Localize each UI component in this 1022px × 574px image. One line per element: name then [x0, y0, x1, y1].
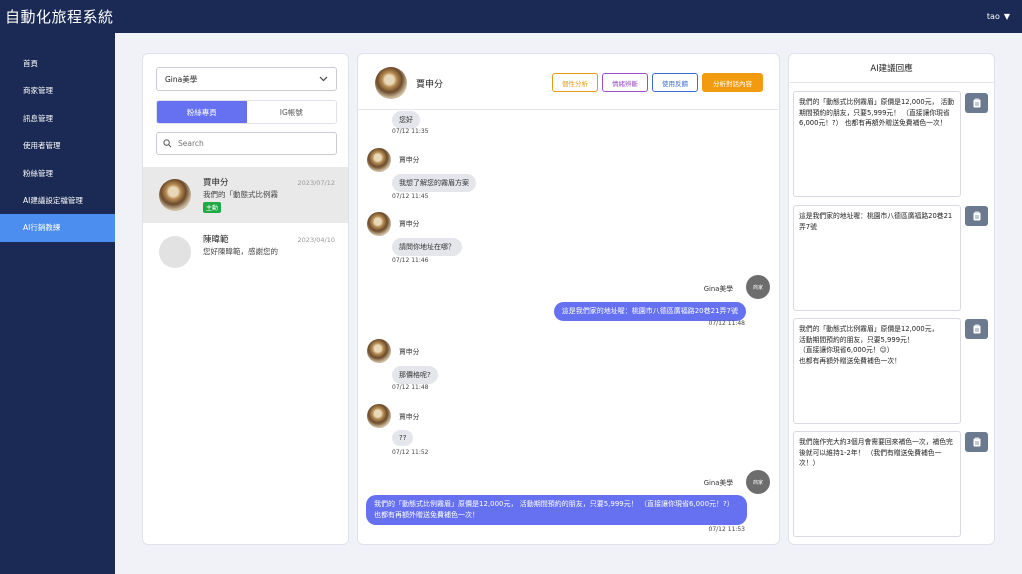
user-menu[interactable]: tao ▼: [987, 12, 1010, 21]
message-sender: 賈申分: [399, 413, 420, 421]
message-bubble: ??: [392, 430, 414, 446]
emotion-detection-button[interactable]: 情緒辨斷: [602, 73, 648, 92]
contact-date: 2023/07/12: [297, 179, 335, 187]
message-bubble: 這是我們家的地址喔：桃園市八德區廣福路20巷21弄7號: [553, 302, 746, 321]
copy-button[interactable]: [965, 319, 988, 339]
personality-analysis-button[interactable]: 個性分析: [552, 73, 598, 92]
user-name: tao: [986, 12, 1000, 21]
sidebar-item-store-management[interactable]: 商家管理: [0, 77, 115, 104]
message-time: 07/12 11:45: [392, 193, 429, 200]
clipboard-icon: [973, 437, 980, 447]
chat-panel: 賈申分 個性分析 情緒辨斷 使用反饋 分析對話內容 您好 07/12 11:35…: [357, 53, 780, 545]
clipboard-icon: [973, 211, 980, 221]
contacts-panel: Gina美學 粉絲專頁 IG帳號 賈申分 2023/07/12 我們的「動態式比…: [142, 53, 349, 545]
message-list[interactable]: 您好 07/12 11:35 賈申分 我想了解您的霧眉方案 07/12 11:4…: [358, 111, 779, 544]
store-select-value: Gina美學: [165, 74, 198, 84]
clipboard-icon: [973, 98, 980, 108]
message-sender: 賈申分: [399, 348, 420, 356]
analyze-conversation-button[interactable]: 分析對話內容: [702, 73, 763, 92]
avatar: [367, 148, 391, 172]
message-bubble: 請問你地址在哪？: [392, 238, 462, 256]
message-sender: Gina美學: [703, 285, 733, 293]
search-icon: [163, 139, 172, 148]
tab-ig-account[interactable]: IG帳號: [246, 101, 336, 123]
top-bar: 自動化旅程系統 tao ▼: [0, 0, 1022, 33]
chat-contact-name: 賈申分: [416, 80, 444, 90]
chat-actions: 個性分析 情緒辨斷 使用反饋 分析對話內容: [552, 73, 763, 92]
ai-suggestions-panel: AI建議回應 我們的「動態式比例霧眉」原價是12,000元， 活動期間預約的朋友…: [788, 53, 995, 545]
contact-date: 2023/04/10: [297, 236, 335, 244]
shop-avatar: 商家: [746, 470, 770, 494]
caret-down-icon: ▼: [1003, 12, 1010, 21]
contact-preview: 您好陳暐範，感謝您的: [203, 247, 278, 256]
contact-name: 陳暐範: [203, 235, 229, 245]
sidebar-item-fan-management[interactable]: 粉絲管理: [0, 160, 115, 187]
shop-avatar: 商家: [746, 275, 770, 299]
sidebar-item-user-management[interactable]: 使用者管理: [0, 132, 115, 159]
channel-tabs: 粉絲專頁 IG帳號: [156, 100, 337, 124]
contact-preview: 我們的「動態式比例霧: [203, 190, 278, 199]
sidebar-item-home[interactable]: 首頁: [0, 50, 115, 77]
message-bubble: 我想了解您的霧眉方案: [392, 174, 476, 192]
chevron-down-icon: [319, 76, 328, 82]
avatar: [375, 67, 407, 99]
message-sender: Gina美學: [703, 479, 733, 487]
message-time: 07/12 11:52: [392, 449, 429, 456]
message-bubble: 我們的「動態式比例霧眉」原價是12,000元， 活動期間預約的朋友，只要5,99…: [366, 495, 747, 525]
message-bubble: 那價格呢?: [392, 366, 438, 384]
message-bubble: 您好: [392, 111, 420, 129]
message-time: 07/12 11:53: [708, 526, 746, 533]
ai-panel-title: AI建議回應: [789, 54, 994, 83]
avatar: [367, 404, 391, 428]
message-sender: 賈申分: [399, 220, 420, 228]
tab-fan-page[interactable]: 粉絲專頁: [157, 101, 247, 123]
suggestion-text: 我們的「動態式比例霧眉」原價是12,000元， 活動期間預約的朋友，只要5,99…: [793, 318, 961, 424]
sidebar-item-message-management[interactable]: 訊息管理: [0, 105, 115, 132]
avatar: [159, 236, 191, 268]
message-time: 07/12 11:35: [392, 128, 429, 135]
app-title: 自動化旅程系統: [5, 8, 114, 26]
clipboard-icon: [973, 324, 980, 334]
avatar: [159, 179, 191, 211]
copy-button[interactable]: [965, 93, 988, 113]
search-box: [156, 132, 337, 155]
suggestion-text: 我們施作完大約3個月會需要回來補色一次，補色完後就可以維持1-2年！ （我們有贈…: [793, 431, 961, 537]
avatar: [367, 339, 391, 363]
sidebar-item-ai-coach[interactable]: AI行銷教練: [0, 214, 115, 242]
message-sender: 賈申分: [399, 156, 420, 164]
store-select[interactable]: Gina美學: [156, 67, 337, 91]
contact-name: 賈申分: [203, 178, 229, 188]
message-time: 07/12 11:48: [392, 384, 429, 391]
message-time: 07/12 11:46: [392, 257, 429, 264]
status-badge: 主動: [203, 202, 222, 213]
chat-header: 賈申分 個性分析 情緒辨斷 使用反饋 分析對話內容: [358, 54, 779, 110]
sidebar: 首頁 商家管理 訊息管理 使用者管理 粉絲管理 AI建議設定檔管理 AI行銷教練: [0, 33, 115, 574]
contact-item[interactable]: 陳暐範 2023/04/10 您好陳暐範，感謝您的: [143, 224, 348, 280]
suggestion-text: 我們的「動態式比例霧眉」原價是12,000元， 活動期間預約的朋友，只要5,99…: [793, 91, 961, 197]
avatar: [367, 212, 391, 236]
usage-feedback-button[interactable]: 使用反饋: [652, 73, 698, 92]
contact-item[interactable]: 賈申分 2023/07/12 我們的「動態式比例霧 主動: [143, 167, 348, 223]
message-time: 07/12 11:48: [708, 320, 746, 327]
suggestion-text: 這是我們家的地址喔：桃園市八德區廣福路20巷21弄7號: [793, 205, 961, 311]
sidebar-item-ai-config[interactable]: AI建議設定檔管理: [0, 187, 115, 214]
search-input[interactable]: [178, 139, 318, 148]
copy-button[interactable]: [965, 206, 988, 226]
copy-button[interactable]: [965, 432, 988, 452]
